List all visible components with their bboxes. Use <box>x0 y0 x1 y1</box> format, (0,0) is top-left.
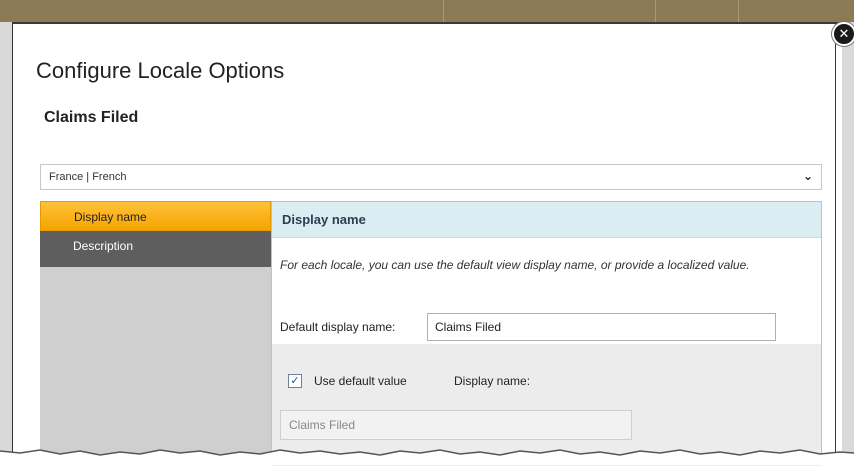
close-icon[interactable]: ✕ <box>832 22 854 46</box>
default-display-name-label: Default display name: <box>280 320 396 334</box>
nav-item-description[interactable]: Description <box>40 231 271 267</box>
use-default-checkbox[interactable]: ✓ <box>288 374 302 388</box>
chevron-down-icon[interactable]: ⌄ <box>803 169 813 183</box>
use-default-label[interactable]: Use default value <box>314 374 407 388</box>
background-app-header <box>0 0 854 24</box>
torn-edge <box>0 449 854 465</box>
help-text: For each locale, you can use the default… <box>280 258 750 272</box>
default-display-name-field[interactable]: Claims Filed <box>427 313 776 341</box>
nav-item-label: Description <box>73 239 134 253</box>
background-left <box>0 22 12 465</box>
dialog-subtitle: Claims Filed <box>44 109 139 126</box>
dialog-title: Configure Locale Options <box>36 58 285 83</box>
display-name-field[interactable]: Claims Filed <box>280 410 632 440</box>
nav-item-label: Display name <box>74 210 147 224</box>
panel-header: Display name <box>272 202 821 238</box>
side-nav: Display name Description <box>40 201 271 465</box>
nav-item-display-name[interactable]: Display name <box>40 201 271 231</box>
display-name-label: Display name: <box>454 374 531 388</box>
locale-select-value: France | French <box>49 171 127 183</box>
locale-select[interactable]: France | French ⌄ <box>40 164 822 190</box>
background-right <box>842 22 854 465</box>
display-name-panel: Display name For each locale, you can us… <box>271 201 822 466</box>
